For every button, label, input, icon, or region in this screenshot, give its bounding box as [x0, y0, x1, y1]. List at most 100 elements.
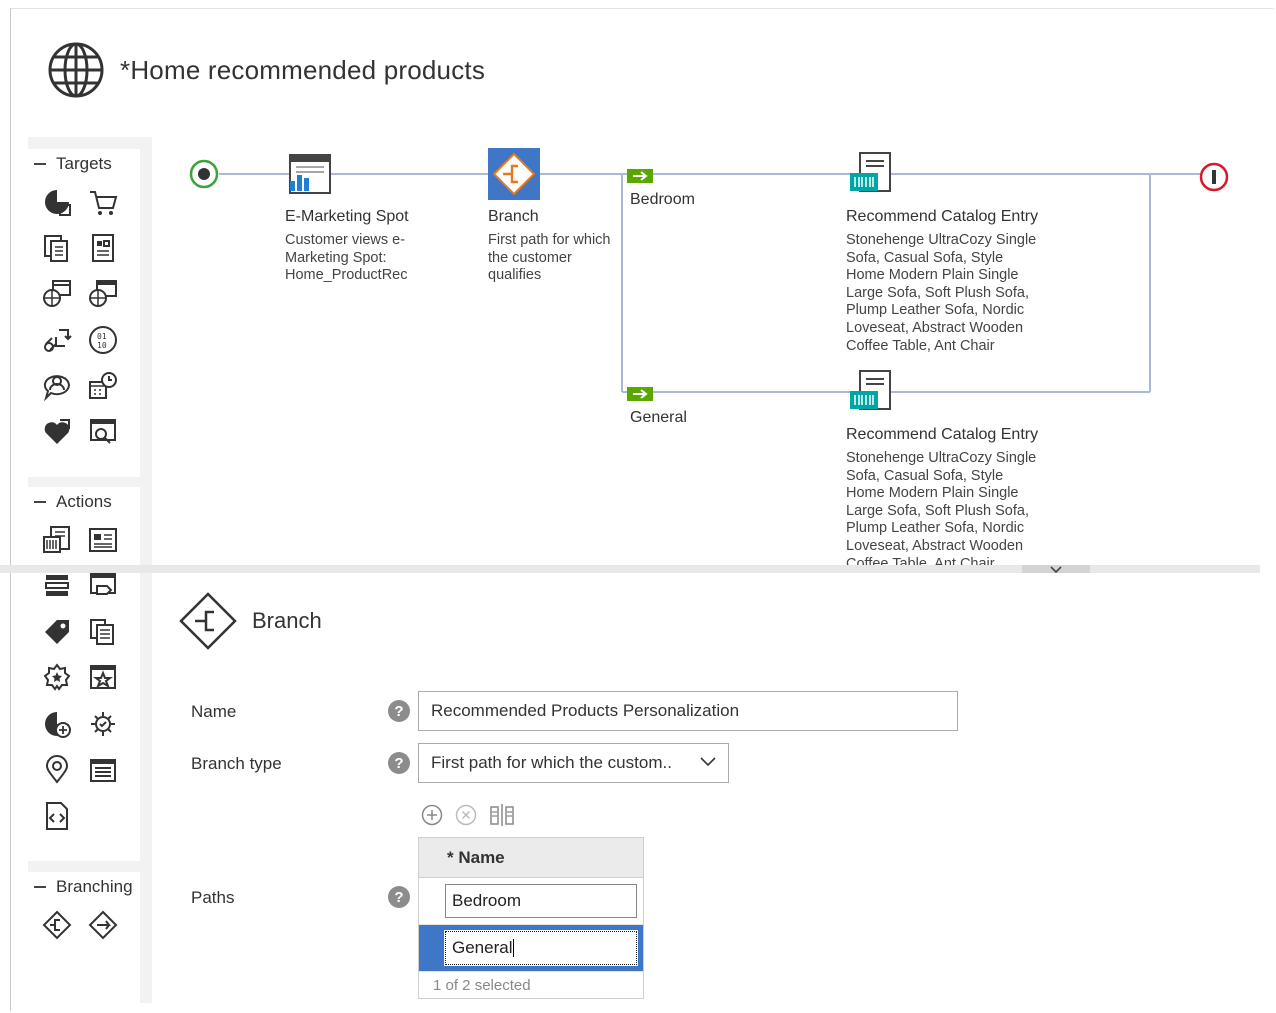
- branch-node-label[interactable]: Branch: [488, 208, 539, 226]
- desc-line: Customer views e-: [285, 232, 406, 248]
- path-name-input[interactable]: General: [444, 930, 638, 966]
- desc-line: Home Modern Plain Single: [846, 485, 1019, 502]
- desc-line: Home_ProductRec: [285, 267, 408, 284]
- desc-line: Stonehenge UltraCozy Single: [846, 450, 1037, 466]
- heart-tag-icon[interactable]: [34, 409, 80, 455]
- star-window-icon-glyph: [90, 665, 116, 689]
- path-general-label[interactable]: General: [630, 409, 687, 427]
- properties-panel: Branch Name ? Recommended Products Perso…: [152, 573, 1260, 1003]
- add-path-icon[interactable]: [421, 804, 443, 826]
- columns-icon[interactable]: [489, 803, 515, 827]
- properties-header: Branch: [178, 591, 322, 651]
- rec1-node-label[interactable]: Recommend Catalog Entry: [846, 208, 1038, 226]
- grid-header-name[interactable]: * Name: [419, 838, 643, 878]
- badge-gear-icon[interactable]: [34, 655, 80, 701]
- flow-canvas: E-Marketing Spot Customer views e- Marke…: [152, 137, 1260, 567]
- remove-path-icon[interactable]: [455, 804, 477, 826]
- help-icon[interactable]: ?: [388, 700, 410, 722]
- experiment-diamond-icon[interactable]: [80, 902, 126, 948]
- start-node-icon[interactable]: [189, 159, 219, 189]
- desc-line: Loveseat, Abstract Wooden: [846, 319, 1024, 336]
- targets-section-header[interactable]: Targets: [28, 149, 140, 179]
- espot-node-label[interactable]: E-Marketing Spot: [285, 208, 409, 226]
- globe-calendar-icon-glyph: [43, 280, 71, 307]
- code-page-icon-glyph: [46, 802, 68, 830]
- copy-pages-icon-glyph: [90, 619, 114, 645]
- barcode-pages-icon-glyph: [43, 526, 70, 553]
- link-exchange-icon[interactable]: [34, 317, 80, 363]
- collapse-icon: [34, 163, 46, 165]
- properties-title: Branch: [252, 608, 322, 633]
- pie-add-icon[interactable]: [34, 701, 80, 747]
- name-input[interactable]: Recommended Products Personalization: [418, 691, 958, 731]
- desc-line: Coffee Table, Ant Chair: [846, 337, 995, 354]
- badge-gear-icon-glyph: [43, 663, 71, 691]
- binary-circle-icon[interactable]: 01 10: [80, 317, 126, 363]
- cart-icon[interactable]: [80, 179, 126, 225]
- desc-line: First path for which: [488, 232, 611, 248]
- rec2-node-desc: Stonehenge UltraCozy Single Sofa, Casual…: [846, 450, 1036, 567]
- recommend-catalog-entry-icon[interactable]: [848, 369, 894, 415]
- customer-chat-icon[interactable]: [34, 363, 80, 409]
- page-title: *Home recommended products: [120, 54, 486, 85]
- rec1-node-desc: Stonehenge UltraCozy Single Sofa, Casual…: [846, 232, 1036, 355]
- tag-icon[interactable]: [34, 609, 80, 655]
- document-grid-icon[interactable]: [80, 225, 126, 271]
- table-row[interactable]: General: [419, 925, 643, 972]
- path-arrow-icon: [627, 387, 653, 401]
- stack-window-icon[interactable]: [80, 747, 126, 793]
- calendar-clock-icon[interactable]: [80, 363, 126, 409]
- end-node-icon[interactable]: [1199, 162, 1229, 192]
- branching-section: Branching: [28, 872, 140, 1003]
- stack-window-icon-glyph: [90, 759, 116, 782]
- catalog-pages-icon[interactable]: [34, 225, 80, 271]
- targets-section: Targets 01 10: [28, 149, 140, 477]
- path-bedroom-label[interactable]: Bedroom: [630, 191, 695, 209]
- branch-type-label: Branch type: [191, 754, 282, 773]
- binary-circle-icon-glyph: 0110: [89, 326, 117, 354]
- gear-refresh-icon[interactable]: [80, 701, 126, 747]
- branch-node-desc: First path for which the customer qualif…: [488, 232, 611, 285]
- globe-icon: [48, 42, 104, 98]
- desc-line: Large Sofa, Soft Plush Sofa,: [846, 502, 1029, 519]
- globe-window-icon-glyph: [89, 280, 117, 307]
- svg-text:10: 10: [97, 341, 107, 350]
- help-icon[interactable]: ?: [388, 752, 410, 774]
- branching-section-header[interactable]: Branching: [28, 872, 140, 902]
- search-window-icon[interactable]: [80, 409, 126, 455]
- desc-line: qualifies: [488, 267, 542, 284]
- actions-label: Actions: [56, 492, 112, 511]
- branch-type-select[interactable]: First path for which the custom..: [418, 743, 729, 783]
- globe-window-icon[interactable]: [80, 271, 126, 317]
- text-caret: [513, 939, 515, 957]
- help-icon[interactable]: ?: [388, 886, 410, 908]
- desc-line: Stonehenge UltraCozy Single: [846, 232, 1037, 248]
- document-grid-icon-glyph: [92, 234, 114, 262]
- location-pin-icon[interactable]: [34, 747, 80, 793]
- branch-diamond-icon[interactable]: [34, 902, 80, 948]
- star-window-icon[interactable]: [80, 655, 126, 701]
- path-name-input[interactable]: Bedroom: [445, 884, 637, 918]
- globe-calendar-icon[interactable]: [34, 271, 80, 317]
- gear-refresh-icon-glyph: [91, 712, 115, 736]
- table-row[interactable]: Bedroom: [419, 878, 643, 925]
- branch-diamond-icon-glyph: [42, 910, 72, 940]
- catalog-pages-icon-glyph: [44, 235, 68, 262]
- branch-diamond-icon: [179, 592, 237, 650]
- recommend-catalog-entry-icon[interactable]: [848, 151, 894, 197]
- desc-line: Home Modern Plain Single: [846, 267, 1019, 284]
- calendar-clock-icon-glyph: [89, 372, 117, 399]
- pie-tag-icon[interactable]: [34, 179, 80, 225]
- rec2-node-label[interactable]: Recommend Catalog Entry: [846, 426, 1038, 444]
- actions-section-header[interactable]: Actions: [28, 487, 140, 517]
- list-bars-icon-glyph: [45, 575, 69, 596]
- desc-line: Plump Leather Sofa, Nordic: [846, 302, 1025, 319]
- content-card-icon[interactable]: [80, 517, 126, 563]
- barcode-pages-icon[interactable]: [34, 517, 80, 563]
- code-page-icon[interactable]: [34, 793, 80, 839]
- e-marketing-spot-icon[interactable]: [288, 153, 334, 197]
- pie-tag-icon-glyph: [45, 190, 71, 216]
- copy-pages-icon[interactable]: [80, 609, 126, 655]
- branch-node-icon[interactable]: [488, 148, 540, 200]
- search-window-icon-glyph: [90, 419, 116, 444]
